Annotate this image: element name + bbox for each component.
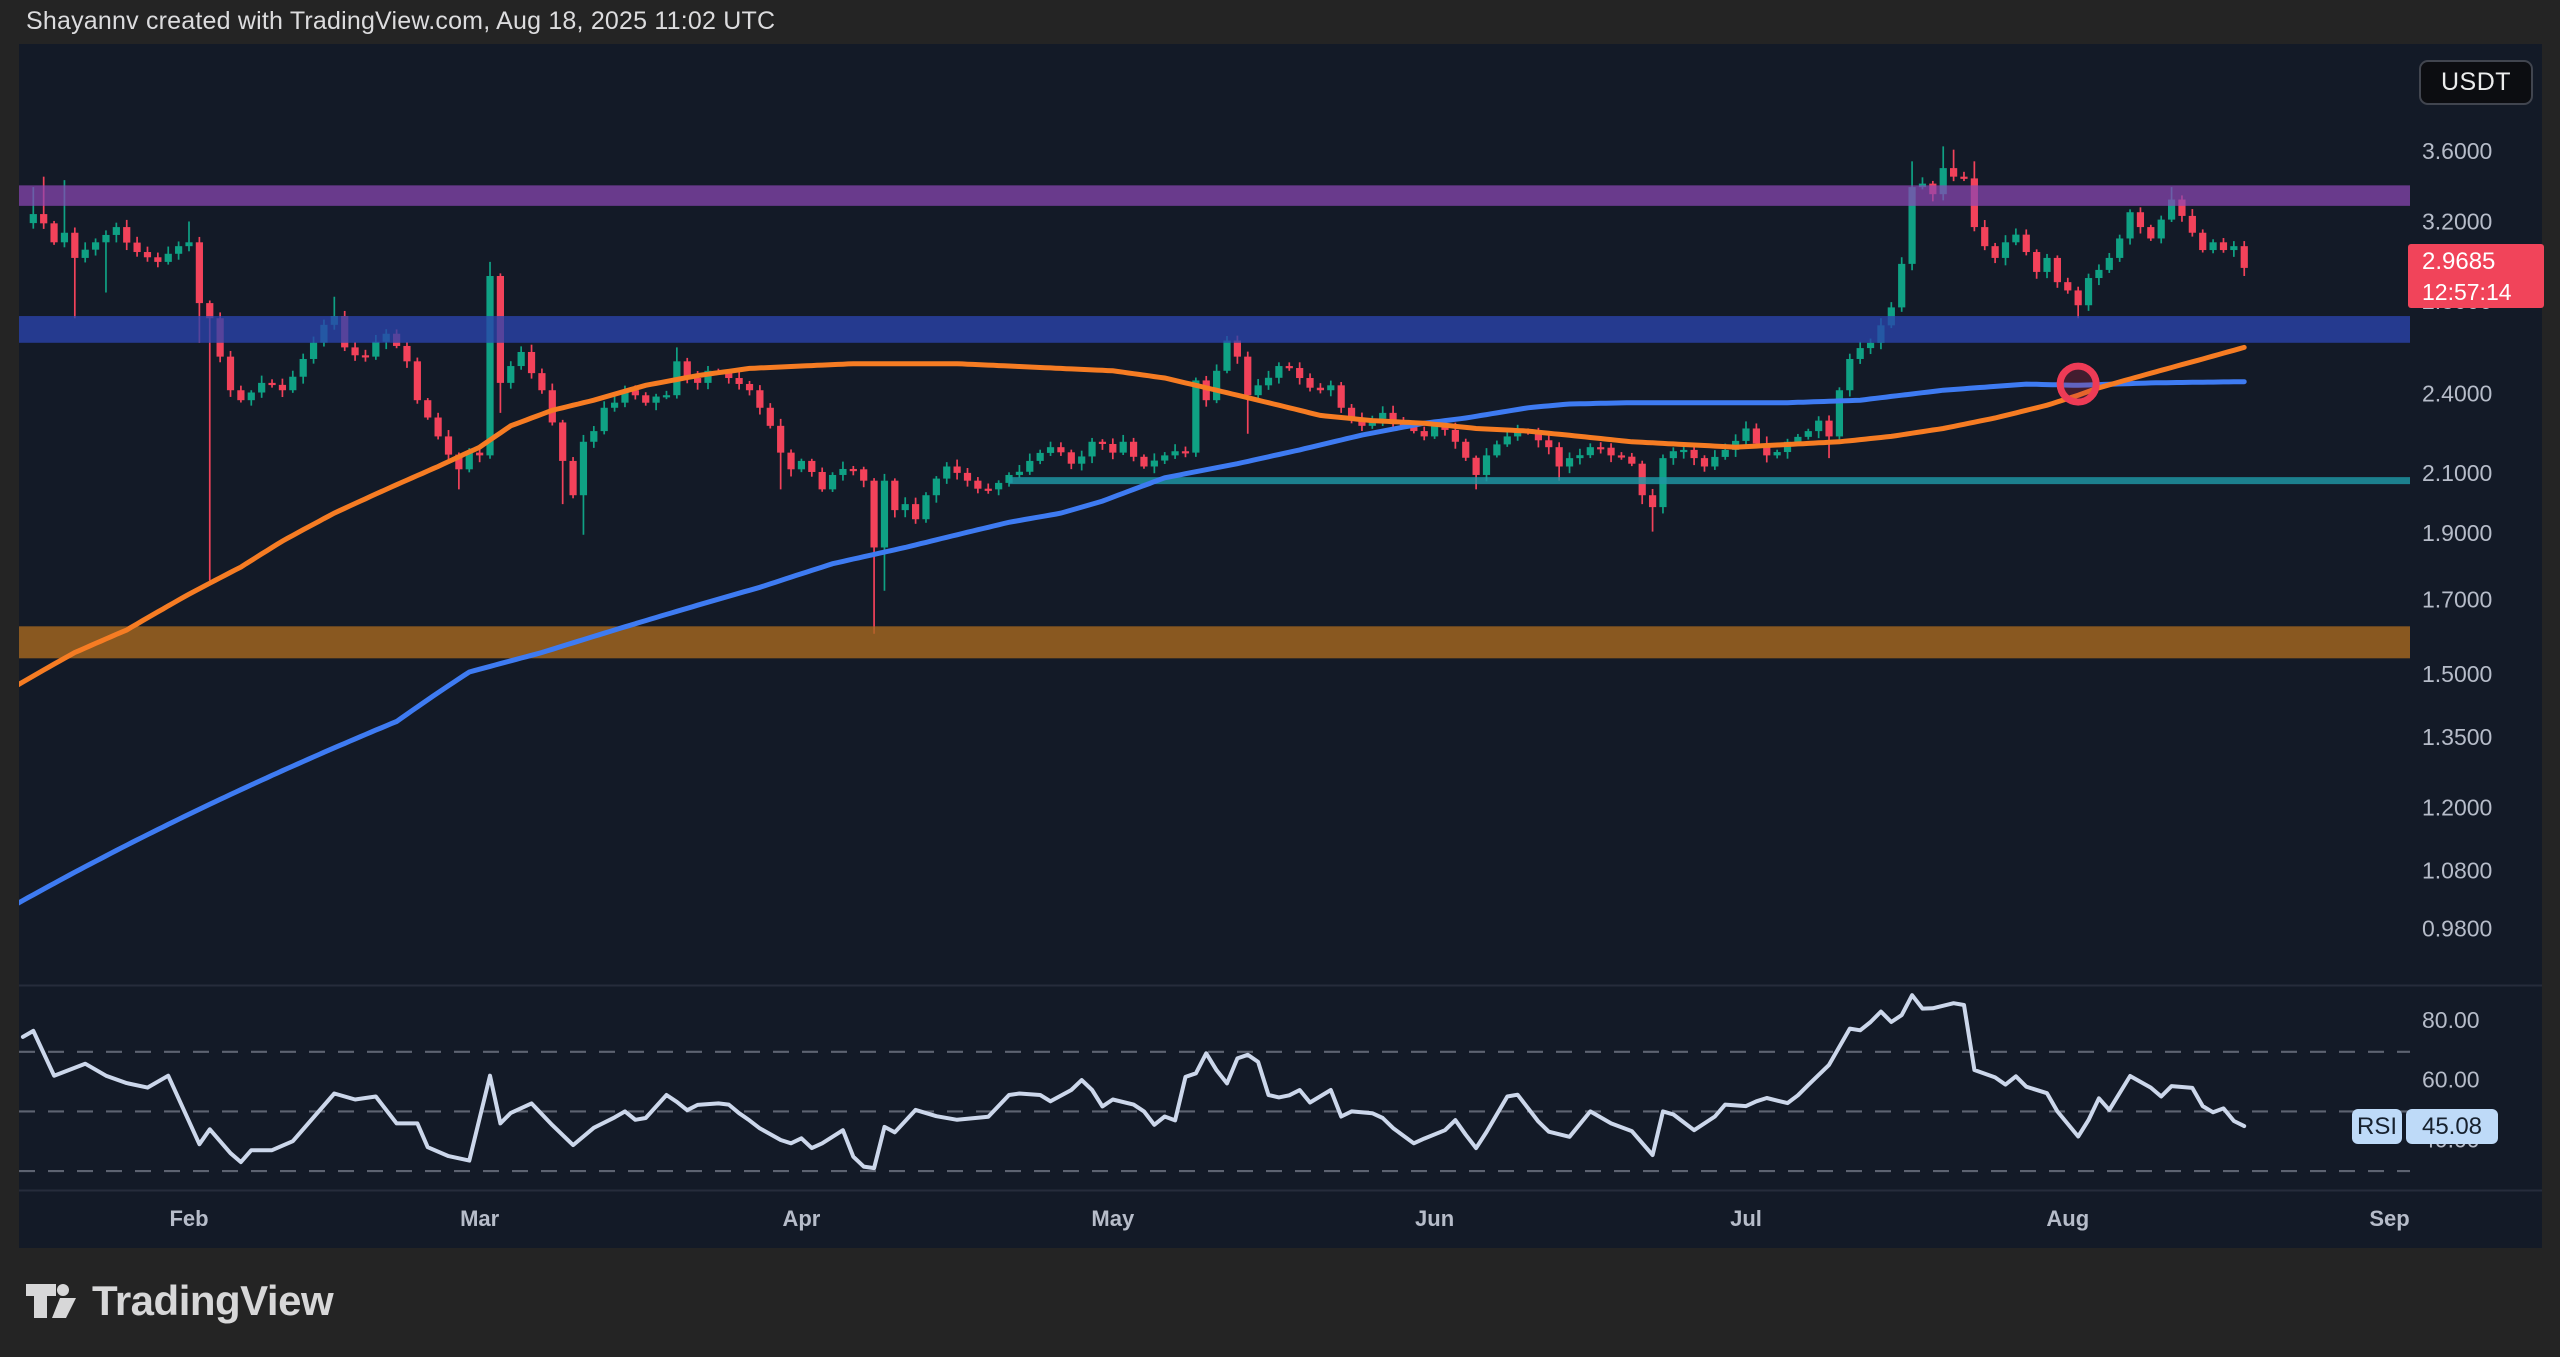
zone-support-brown: [19, 626, 2410, 658]
tradingview-published-chart: 3.60003.20002.80002.40002.10001.90001.70…: [0, 0, 2560, 1357]
symbol-badge: USDT: [2419, 60, 2533, 105]
ma-crossover-marker-circle: [2060, 366, 2096, 402]
price-tick-label: 3.2000: [2422, 208, 2492, 234]
tradingview-logo-text: TradingView: [92, 1277, 333, 1325]
price-tick-label: 1.0800: [2422, 857, 2492, 883]
price-tick-label: 1.2000: [2422, 794, 2492, 820]
chart-canvas[interactable]: 3.60003.20002.80002.40002.10001.90001.70…: [0, 0, 2560, 1357]
rsi-tick-label: 80.00: [2422, 1007, 2480, 1033]
bar-countdown: 12:57:14: [2422, 277, 2544, 307]
price-tick-label: 1.3500: [2422, 724, 2492, 750]
symbol-badge-label: USDT: [2441, 68, 2511, 97]
month-label-Mar: Mar: [460, 1206, 500, 1231]
tradingview-logo-icon: [24, 1274, 78, 1328]
rsi-tick-label: 60.00: [2422, 1067, 2480, 1093]
month-label-May: May: [1091, 1206, 1135, 1231]
month-label-Jun: Jun: [1415, 1206, 1454, 1231]
month-label-Jul: Jul: [1730, 1206, 1762, 1231]
rsi-value-badge: 45.08: [2406, 1109, 2498, 1144]
rsi-indicator-badge: RSI: [2352, 1109, 2402, 1144]
price-tick-label: 0.9800: [2422, 915, 2492, 941]
price-tick-label: 1.7000: [2422, 586, 2492, 612]
current-price-label: 2.9685 12:57:14: [2408, 244, 2544, 308]
price-tick-label: 3.6000: [2422, 138, 2492, 164]
zone-resistance-purple: [19, 185, 2410, 205]
tradingview-logo: TradingView: [24, 1274, 333, 1328]
zone-resistance-blue: [19, 316, 2410, 343]
rsi-value: 45.08: [2422, 1113, 2482, 1141]
attribution-bar: Shayannv created with TradingView.com, A…: [0, 0, 2560, 44]
price-tick-label: 2.4000: [2422, 380, 2492, 406]
month-label-Sep: Sep: [2369, 1206, 2409, 1231]
price-tick-label: 2.1000: [2422, 460, 2492, 486]
attribution-text: Shayannv created with TradingView.com, A…: [26, 7, 775, 36]
month-label-Aug: Aug: [2046, 1206, 2089, 1231]
current-price-value: 2.9685: [2422, 247, 2544, 277]
price-tick-label: 1.5000: [2422, 661, 2492, 687]
rsi-indicator-name: RSI: [2357, 1113, 2397, 1141]
month-label-Apr: Apr: [782, 1206, 820, 1231]
month-label-Feb: Feb: [169, 1206, 208, 1231]
price-tick-label: 1.9000: [2422, 520, 2492, 546]
